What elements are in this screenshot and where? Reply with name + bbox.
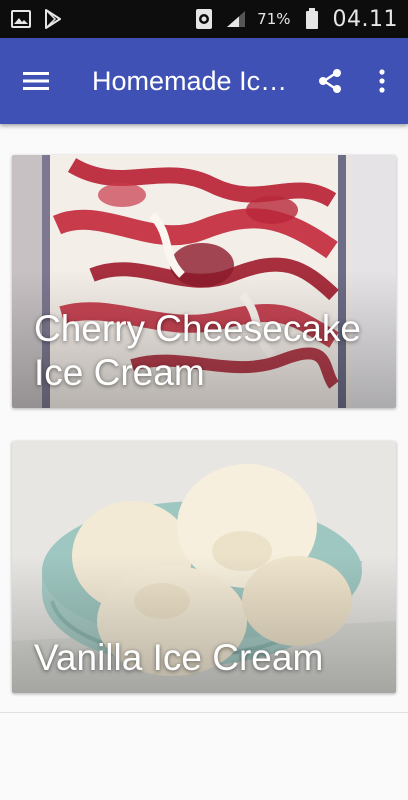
menu-icon <box>23 72 49 90</box>
app-title: Homemade Ice… <box>92 65 292 96</box>
recipe-title: Vanilla Ice Cream <box>34 636 324 678</box>
list-bottom-divider <box>0 712 408 713</box>
play-store-icon <box>42 8 64 30</box>
share-icon <box>319 69 341 93</box>
signal-icon <box>225 8 247 30</box>
recipe-title: Cherry Cheesecake Ice Cream <box>34 308 361 393</box>
status-bar-left <box>10 8 64 30</box>
battery-percent: 71% <box>257 10 291 28</box>
menu-button[interactable] <box>0 38 72 124</box>
battery-icon <box>301 8 323 30</box>
status-bar-right: 71% 04.11 <box>193 7 398 32</box>
clock: 04.11 <box>332 6 398 32</box>
share-button[interactable] <box>304 38 356 124</box>
app-bar: Homemade Ice… <box>0 38 408 124</box>
more-options-button[interactable] <box>356 38 408 124</box>
list-top-divider <box>10 126 398 127</box>
app-bar-actions <box>304 38 408 124</box>
status-bar: 71% 04.11 <box>0 0 408 38</box>
more-vert-icon <box>379 69 385 93</box>
recipe-card-cherry-cheesecake[interactable]: Cherry Cheesecake Ice Cream <box>12 155 396 408</box>
data-saver-icon <box>193 8 215 30</box>
image-icon <box>10 8 32 30</box>
recipe-card-vanilla[interactable]: Vanilla Ice Cream <box>12 441 396 693</box>
